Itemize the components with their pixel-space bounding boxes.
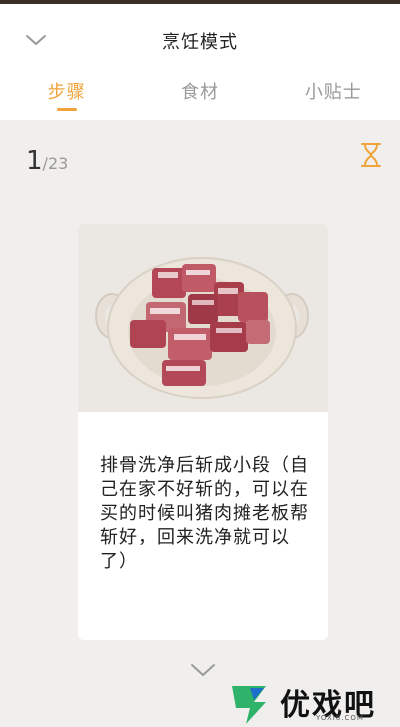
step-counter: 1/23 [26, 146, 68, 176]
page-title: 烹饪模式 [162, 32, 238, 53]
tab-ingredients-label: 食材 [180, 82, 219, 103]
timer-button[interactable] [360, 142, 382, 168]
active-tab-indicator [56, 108, 77, 111]
tab-steps-label: 步骤 [47, 82, 86, 103]
tab-steps[interactable]: 步骤 [0, 78, 133, 118]
step-photo [78, 224, 328, 412]
tab-bar: 步骤 食材 小贴士 [0, 78, 400, 118]
step-total: /23 [42, 154, 69, 173]
watermark-subtext: YOXI8.COM [316, 714, 364, 722]
cooking-mode-header: 烹饪模式 步骤 食材 小贴士 [0, 4, 400, 120]
step-current: 1 [26, 146, 43, 176]
tab-ingredients[interactable]: 食材 [133, 78, 266, 118]
tab-tips[interactable]: 小贴士 [267, 78, 400, 118]
tab-tips-label: 小贴士 [304, 82, 362, 103]
hourglass-icon [361, 143, 381, 167]
watermark-logo: 优戏吧 YOXI8.COM [222, 680, 400, 727]
step-card: 排骨洗净后斩成小段（自己在家不好斩的，可以在买的时候叫猪肉摊老板帮斩好，回来洗净… [78, 224, 328, 640]
chevron-down-icon [191, 664, 215, 676]
watermark-logo-icon [232, 686, 266, 724]
step-description: 排骨洗净后斩成小段（自己在家不好斩的，可以在买的时候叫猪肉摊老板帮斩好，回来洗净… [100, 455, 309, 572]
next-step-button[interactable] [188, 660, 218, 682]
